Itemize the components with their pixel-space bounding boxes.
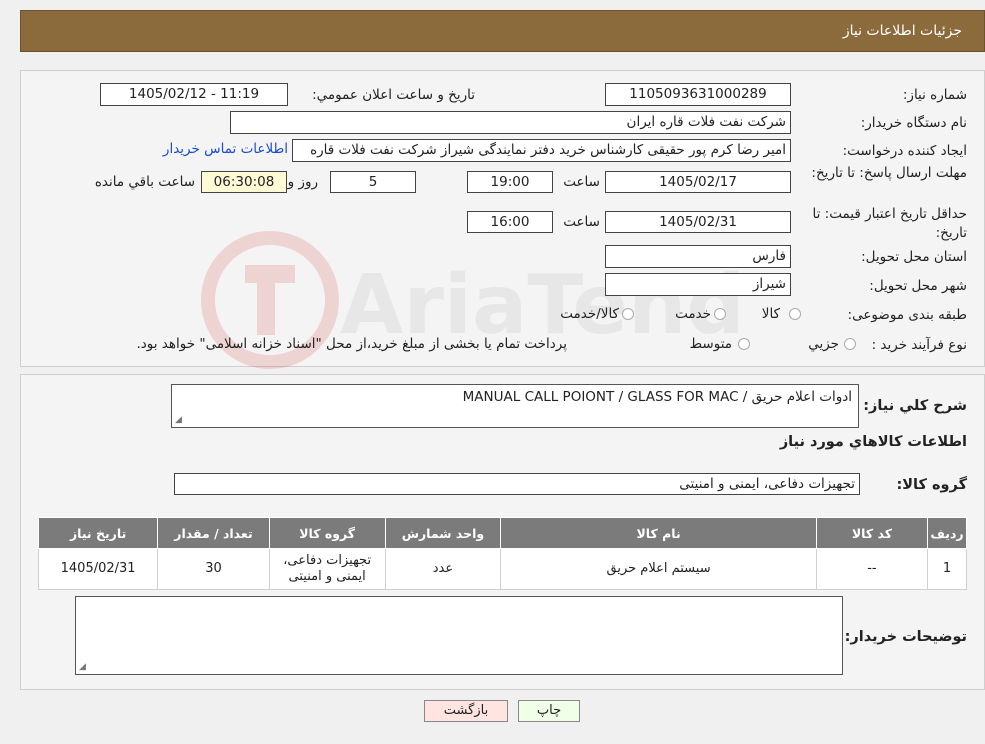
category-label: طبقه بندی موضوعی: [847,307,967,323]
resize-grip-icon[interactable]: ◢ [175,415,182,425]
buyer-org-field: شركت نفت فلات قاره ايران [230,111,791,134]
col-unit-header: واحد شمارش [384,517,502,549]
table-header-row: رديف كد كالا نام كالا واحد شمارش گروه كا… [37,517,967,549]
cell-row: 1 [927,548,967,590]
page-title: جزئیات اطلاعات نیاز [842,23,962,39]
province-field: فارس [605,245,791,268]
category-option-goods-service: كالا/خدمت [560,306,619,322]
price-validity-label: حداقل تاريخ اعتبار قيمت: تا تاریخ: [812,206,967,241]
process-radio-minor[interactable] [844,338,856,350]
category-option-service: خدمت [675,306,711,322]
description-text: ادوات اعلام حريق / MANUAL CALL POIONT / … [462,389,852,405]
buyer-org-label: نام دستگاه خريدار: [860,115,967,131]
process-note: پرداخت تمام يا بخشی از مبلغ خريد،از محل … [136,336,567,352]
process-option-minor: جزيي [808,336,839,352]
goods-table: رديف كد كالا نام كالا واحد شمارش گروه كا… [37,517,967,590]
city-label: شهر محل تحويل: [869,278,967,294]
category-radio-service[interactable] [714,308,726,320]
reply-time-field: 19:00 [467,171,553,193]
goods-group-label: گروه كالا: [896,477,967,493]
col-name-header: نام كالا [500,517,817,549]
buyer-notes-textarea[interactable]: ◢ [75,596,843,675]
contact-buyer-link[interactable]: اطلاعات تماس خريدار [163,141,288,157]
remaining-time-field: 06:30:08 [201,171,287,193]
description-textarea[interactable]: ادوات اعلام حريق / MANUAL CALL POIONT / … [171,384,859,428]
cell-name: سيستم اعلام حريق [500,548,817,590]
validity-date-field: 1405/02/31 [605,211,791,233]
reply-time-label: ساعت [563,174,600,190]
page-header: جزئیات اطلاعات نیاز [20,10,985,52]
need-number-field: 1105093631000289 [605,83,791,106]
buyer-notes-label: توضيحات خريدار: [844,629,967,645]
process-radio-medium[interactable] [738,338,750,350]
remaining-label: ساعت باقي مانده [94,174,195,190]
province-label: استان محل تحويل: [861,249,967,265]
category-radio-goods-service[interactable] [622,308,634,320]
validity-time-field: 16:00 [467,211,553,233]
col-date-header: تاريخ نياز [37,517,159,549]
cell-qty: 30 [157,548,270,590]
description-label: شرح كلي نياز: [863,398,967,414]
goods-info-title: اطلاعات كالاهاي مورد نياز [779,434,967,450]
days-field: 5 [330,171,416,193]
reply-date-field: 1405/02/17 [605,171,791,193]
col-row-header: رديف [927,517,967,549]
print-button[interactable]: چاپ [518,700,580,722]
validity-time-label: ساعت [563,214,600,230]
creator-field: امير رضا کرم پور حقيقی کارشناس خريد دفتر… [292,139,791,162]
announce-label: تاريخ و ساعت اعلان عمومي: [312,87,475,103]
category-radio-goods[interactable] [789,308,801,320]
back-button[interactable]: بازگشت [424,700,508,722]
table-row: 1 -- سيستم اعلام حريق عدد تجهيزات دفاعی،… [37,548,967,590]
category-option-goods: كالا [761,306,780,322]
need-number-label: شماره نیاز: [902,87,967,103]
city-field: شيراز [605,273,791,296]
cell-code: -- [815,548,929,590]
cell-date: 1405/02/31 [37,548,159,590]
announce-datetime-field: 1405/02/12 - 11:19 [100,83,288,106]
col-group-header: گروه كالا [268,517,386,549]
cell-unit: عدد [384,548,502,590]
cell-group: تجهيزات دفاعی، ايمنی و امنيتی [268,548,386,590]
col-qty-header: تعداد / مقدار [157,517,270,549]
goods-group-field: تجهيزات دفاعی، ايمنی و امنيتی [174,473,860,495]
process-option-medium: متوسط [689,336,732,352]
col-code-header: كد كالا [815,517,929,549]
days-label: روز و [287,174,318,190]
process-label: نوع فرآيند خريد : [871,337,967,353]
creator-label: ايجاد كننده درخواست: [842,143,967,159]
reply-deadline-label: مهلت ارسال پاسخ: تا تاریخ: [811,165,967,181]
resize-grip-icon[interactable]: ◢ [79,662,86,672]
